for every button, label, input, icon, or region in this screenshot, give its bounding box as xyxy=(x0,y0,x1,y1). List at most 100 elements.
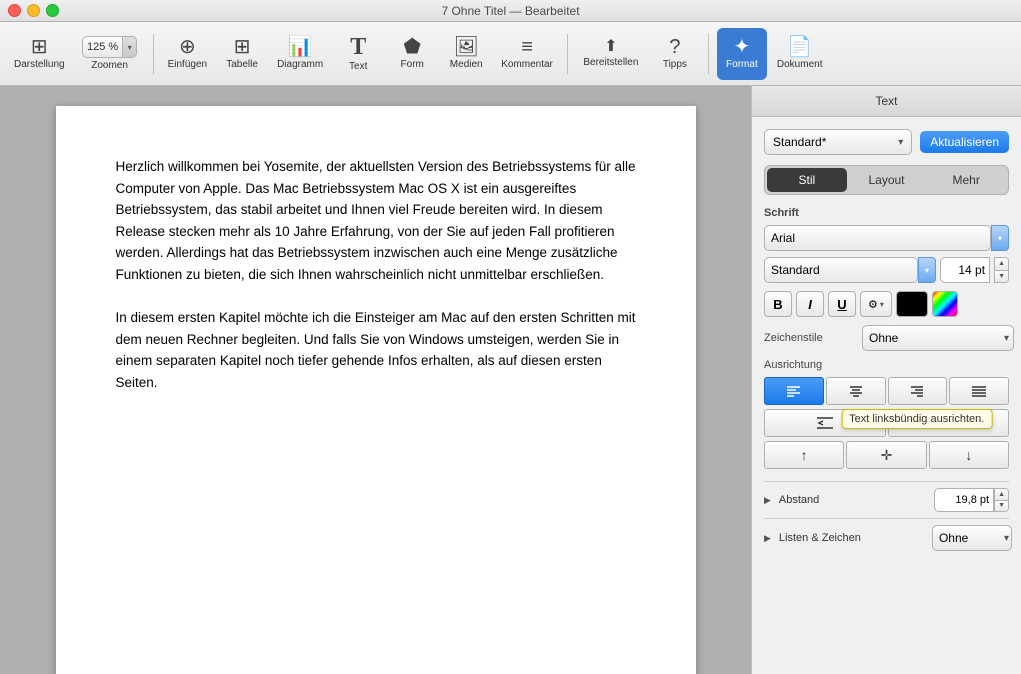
valign-middle-button[interactable]: ✛ xyxy=(846,441,926,469)
italic-button[interactable]: I xyxy=(796,291,824,317)
abstand-arrow: ▶ xyxy=(764,495,771,506)
text-icon: T xyxy=(350,35,366,59)
align-justify-button[interactable] xyxy=(949,377,1009,405)
font-style-arrow[interactable]: ▾ xyxy=(918,257,936,283)
toolbar-zoomen[interactable]: 125 % ▾ Zoomen xyxy=(75,28,145,80)
text-label: Text xyxy=(349,61,367,72)
zeichenstile-label: Zeichenstile xyxy=(764,332,854,344)
schrift-label: Schrift xyxy=(764,207,1009,219)
gear-chevron: ▾ xyxy=(880,300,884,309)
align-center-button[interactable] xyxy=(826,377,886,405)
underline-button[interactable]: U xyxy=(828,291,856,317)
document-text[interactable]: Herzlich willkommen bei Yosemite, der ak… xyxy=(116,156,636,394)
darstellung-label: Darstellung xyxy=(14,59,65,70)
style-chevron: ▾ xyxy=(898,137,903,148)
listen-arrow-select: ▾ xyxy=(1004,533,1009,544)
bold-button[interactable]: B xyxy=(764,291,792,317)
update-button[interactable]: Aktualisieren xyxy=(920,131,1009,153)
align-left-button[interactable] xyxy=(764,377,824,405)
tabs-row: Stil Layout Mehr xyxy=(764,165,1009,195)
abstand-row[interactable]: ▶ Abstand ▲ ▼ xyxy=(764,481,1009,518)
align-right-button[interactable] xyxy=(888,377,948,405)
tabelle-label: Tabelle xyxy=(226,59,258,70)
style-dropdown[interactable]: Standard* ▾ xyxy=(764,129,912,155)
toolbar-medien[interactable]: 🖼 Medien xyxy=(441,28,491,80)
toolbar-dokument[interactable]: 📄 Dokument xyxy=(771,28,829,80)
toolbar-diagramm[interactable]: 📊 Diagramm xyxy=(271,28,329,80)
toolbar-einfuegen[interactable]: ⊕ Einfügen xyxy=(162,28,213,80)
zoom-combo[interactable]: 125 % ▾ xyxy=(82,36,137,58)
einfuegen-icon: ⊕ xyxy=(179,37,196,57)
tab-stil[interactable]: Stil xyxy=(767,168,847,192)
toolbar-bereitstellen[interactable]: ⬆ Bereitstellen xyxy=(576,28,646,80)
window-title: 7 Ohne Titel — Bearbeitet xyxy=(441,4,579,18)
dokument-icon: 📄 xyxy=(787,37,812,57)
format-label: Format xyxy=(726,59,758,70)
color-wheel-button[interactable] xyxy=(932,291,958,317)
zeichenstile-row: Zeichenstile Ohne ▾ xyxy=(764,325,1009,351)
abstand-label: Abstand xyxy=(779,494,819,506)
listen-select[interactable]: Ohne xyxy=(932,525,1012,551)
darstellung-icon: ⊞ xyxy=(31,37,48,57)
zoom-value: 125 % xyxy=(83,41,122,53)
align-row: Text linksbündig ausrichten. xyxy=(764,377,1009,405)
form-icon: ⬟ xyxy=(404,37,421,57)
abstand-control: ▲ ▼ xyxy=(934,488,1009,512)
abstand-decrement[interactable]: ▼ xyxy=(995,501,1008,512)
zeichenstile-select[interactable]: Ohne xyxy=(862,325,1014,351)
font-size-stepper[interactable]: ▲ ▼ xyxy=(994,257,1009,283)
right-panel: Text Standard* ▾ Aktualisieren Stil Layo… xyxy=(751,86,1021,674)
toolbar-text[interactable]: T Text xyxy=(333,28,383,80)
abstand-increment[interactable]: ▲ xyxy=(995,489,1008,501)
color-swatch[interactable] xyxy=(896,291,928,317)
separator-2 xyxy=(567,34,568,74)
einfuegen-label: Einfügen xyxy=(168,59,207,70)
diagramm-icon: 📊 xyxy=(288,37,313,57)
document-page[interactable]: Herzlich willkommen bei Yosemite, der ak… xyxy=(56,106,696,674)
font-size-input[interactable] xyxy=(940,257,990,283)
toolbar-darstellung[interactable]: ⊞ Darstellung xyxy=(8,28,71,80)
style-row: Standard* ▾ Aktualisieren xyxy=(764,129,1009,155)
maximize-button[interactable] xyxy=(46,4,59,17)
ausrichtung-label: Ausrichtung xyxy=(764,359,1009,371)
toolbar-format[interactable]: ✦ Format xyxy=(717,28,767,80)
zoom-arrow[interactable]: ▾ xyxy=(122,36,136,58)
window-controls[interactable] xyxy=(8,4,59,17)
font-select[interactable]: Arial xyxy=(764,225,991,251)
format-icon: ✦ xyxy=(734,37,751,57)
main-area: Herzlich willkommen bei Yosemite, der ak… xyxy=(0,86,1021,674)
font-style-select[interactable]: Standard xyxy=(764,257,918,283)
toolbar-form[interactable]: ⬟ Form xyxy=(387,28,437,80)
bereitstellen-label: Bereitstellen xyxy=(583,57,638,68)
toolbar-kommentar[interactable]: ≡ Kommentar xyxy=(495,28,559,80)
tab-layout[interactable]: Layout xyxy=(847,168,927,192)
toolbar-tabelle[interactable]: ⊞ Tabelle xyxy=(217,28,267,80)
size-increment[interactable]: ▲ xyxy=(995,258,1008,271)
font-select-arrow[interactable]: ▾ xyxy=(991,225,1009,251)
style-name: Standard* xyxy=(773,135,826,149)
medien-icon: 🖼 xyxy=(454,37,479,57)
gear-icon: ⚙ xyxy=(868,298,878,311)
abstand-stepper[interactable]: ▲ ▼ xyxy=(994,488,1009,512)
panel-content: Standard* ▾ Aktualisieren Stil Layout Me… xyxy=(752,117,1021,674)
valign-bottom-button[interactable]: ↓ xyxy=(929,441,1009,469)
listen-row[interactable]: ▶ Listen & Zeichen Ohne ▾ xyxy=(764,518,1009,557)
font-style-size-row: Standard ▾ ▲ ▼ xyxy=(764,257,1009,283)
size-decrement[interactable]: ▼ xyxy=(995,271,1008,283)
tabelle-icon: ⊞ xyxy=(234,37,251,57)
listen-label: Listen & Zeichen xyxy=(779,532,861,544)
panel-header: Text xyxy=(752,86,1021,117)
toolbar: ⊞ Darstellung 125 % ▾ Zoomen ⊕ Einfügen … xyxy=(0,22,1021,86)
bereitstellen-icon: ⬆ xyxy=(604,39,617,55)
valign-top-button[interactable]: ↑ xyxy=(764,441,844,469)
kommentar-icon: ≡ xyxy=(521,37,533,57)
abstand-input[interactable] xyxy=(934,488,994,512)
separator-3 xyxy=(708,34,709,74)
tab-mehr[interactable]: Mehr xyxy=(926,168,1006,192)
close-button[interactable] xyxy=(8,4,21,17)
document-area[interactable]: Herzlich willkommen bei Yosemite, der ak… xyxy=(0,86,751,674)
form-label: Form xyxy=(401,59,424,70)
gear-button[interactable]: ⚙ ▾ xyxy=(860,291,892,317)
minimize-button[interactable] xyxy=(27,4,40,17)
toolbar-tipps[interactable]: ? Tipps xyxy=(650,28,700,80)
